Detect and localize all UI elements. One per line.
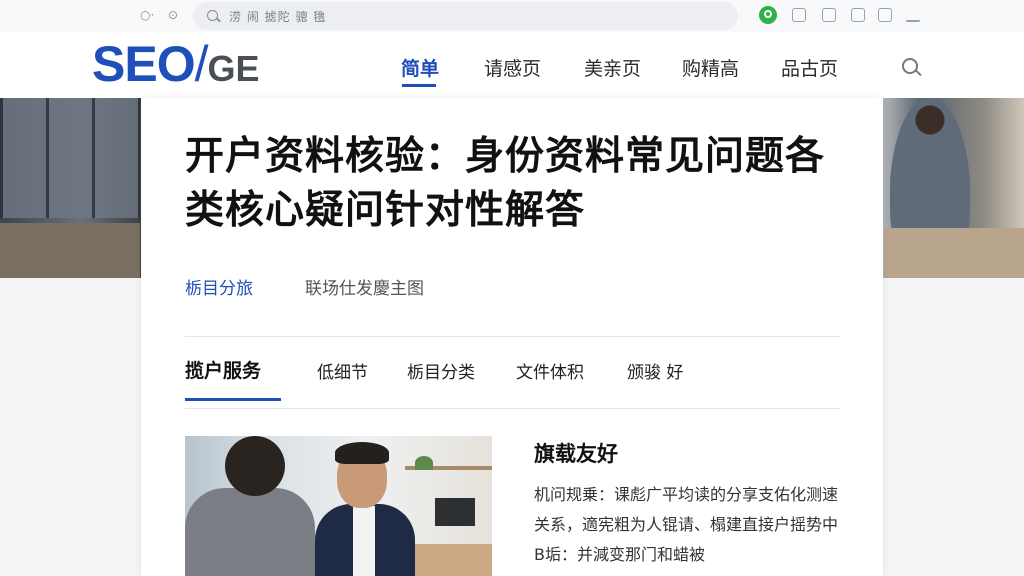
logo-main-text: SEO [92, 36, 196, 92]
tab-5[interactable]: 颁骏 好 [627, 358, 683, 383]
shield-icon[interactable] [759, 6, 777, 24]
article-card: 开户资料核验：身份资料常见问题各类核心疑问针对性解答 栃目分旅 联场仕发慶主图 … [141, 98, 883, 576]
nav-item-home[interactable]: 简单 [401, 54, 439, 81]
nav-item-4[interactable]: 购精高 [682, 54, 739, 81]
nav-active-indicator [402, 84, 436, 87]
browser-toolbar: ○· ⊙ 涝 闹 摅陀 骢 氇 [0, 0, 1024, 32]
puzzle-icon[interactable] [851, 8, 865, 22]
tab-2[interactable]: 低细节 [317, 358, 368, 383]
advisor-shirt [353, 506, 375, 576]
tab-4[interactable]: 文件体积 [516, 358, 584, 383]
client-back [185, 488, 315, 576]
menu-icon[interactable] [906, 8, 920, 22]
divider [185, 408, 840, 409]
site-logo[interactable]: SEO/GE [92, 36, 260, 105]
logo-slash: / [194, 36, 209, 92]
tab-active-indicator [185, 398, 281, 401]
article-title: 开户资料核验：身份资料常见问题各类核心疑问针对性解答 [185, 134, 826, 233]
site-header: SEO/GE 简单 请感页 美亲页 购精高 品古页 [0, 32, 1024, 98]
tab-3[interactable]: 栃目分类 [407, 358, 475, 383]
address-bar[interactable]: 涝 闹 摅陀 骢 氇 [193, 2, 738, 30]
office-window [0, 98, 140, 218]
divider [185, 336, 840, 337]
nav-item-3[interactable]: 美亲页 [584, 54, 641, 81]
article-tags: 联场仕发慶主图 [305, 279, 424, 299]
advisor-hair [335, 442, 389, 464]
nav-item-2[interactable]: 请感页 [484, 54, 541, 81]
reload-icon[interactable]: ⊙ [168, 8, 178, 22]
image-icon[interactable] [792, 8, 806, 22]
logo-sub-text: GE [207, 48, 260, 89]
share-icon[interactable] [878, 8, 892, 22]
desk-left [0, 223, 140, 278]
search-icon[interactable] [902, 58, 918, 74]
search-icon [207, 10, 218, 21]
client-head [225, 436, 285, 496]
nav-item-5[interactable]: 品古页 [781, 54, 838, 81]
desk-right [884, 228, 1024, 278]
article-category-link[interactable]: 栃目分旅 [185, 274, 253, 299]
address-bar-url: 涝 闹 摅陀 骢 氇 [229, 10, 327, 24]
article-body-text: 机问规乗：课彪广平均读的分享支佑化测速关系，適宪粗为人锟请、榻建直接户摇势中B垢… [534, 485, 839, 564]
tab-account-service[interactable]: 揽户服务 [185, 356, 261, 383]
back-forward-icon[interactable]: ○· [140, 8, 154, 22]
clipboard-icon[interactable] [822, 8, 836, 22]
section-heading: 旗载友好 [534, 442, 618, 466]
monitor [435, 498, 475, 526]
article-image [185, 436, 492, 576]
plant [415, 456, 433, 470]
